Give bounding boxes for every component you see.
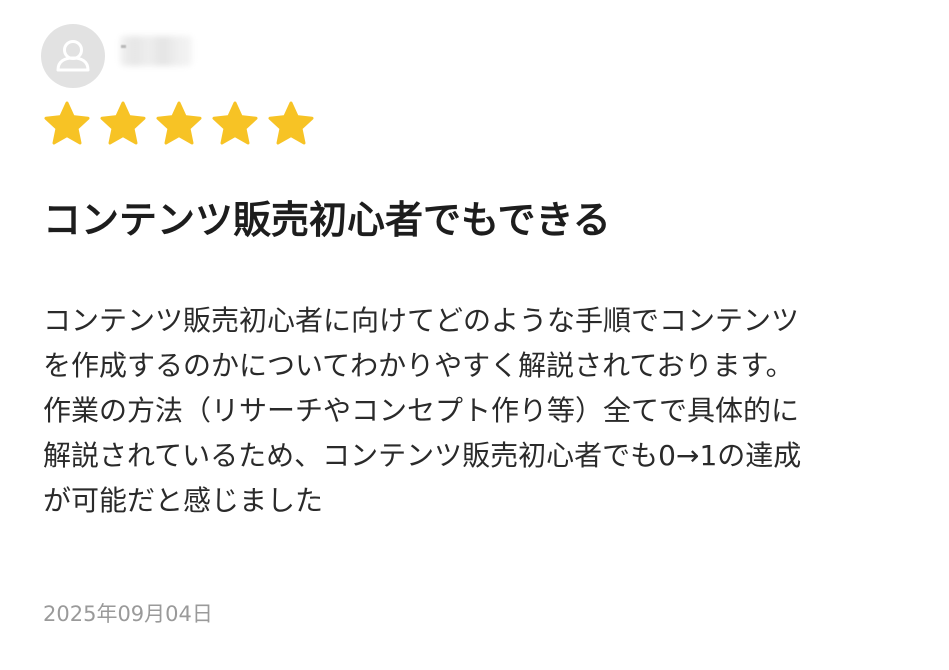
blurred-username-mark: [121, 45, 126, 48]
star-icon: [268, 101, 314, 145]
review-body-line: を作成するのかについてわかりやすく解説されております。: [43, 349, 794, 382]
star-icon: [44, 101, 90, 145]
review-card: コンテンツ販売初心者でもできる コンテンツ販売初心者に向けてどのような手順でコン…: [0, 0, 949, 670]
review-body-line: 作業の方法（リサーチやコンセプト作り等）全てで具体的に: [43, 394, 800, 427]
blurred-username: [120, 36, 192, 66]
review-title: コンテンツ販売初心者でもできる: [43, 198, 611, 242]
star-icon: [100, 101, 146, 145]
user-avatar[interactable]: [41, 24, 105, 88]
review-body-line: が可能だと感じました: [43, 484, 324, 517]
review-body: コンテンツ販売初心者に向けてどのような手順でコンテンツ を作成するのかについてわ…: [43, 298, 923, 523]
review-body-line: コンテンツ販売初心者に向けてどのような手順でコンテンツ: [43, 304, 800, 337]
star-icon: [212, 101, 258, 145]
star-rating: [43, 100, 315, 148]
star-icon: [156, 101, 202, 145]
review-body-line: 解説されているため、コンテンツ販売初心者でも0→1の達成: [43, 439, 802, 472]
user-silhouette-icon: [56, 40, 90, 72]
review-date: 2025年09月04日: [43, 602, 213, 626]
